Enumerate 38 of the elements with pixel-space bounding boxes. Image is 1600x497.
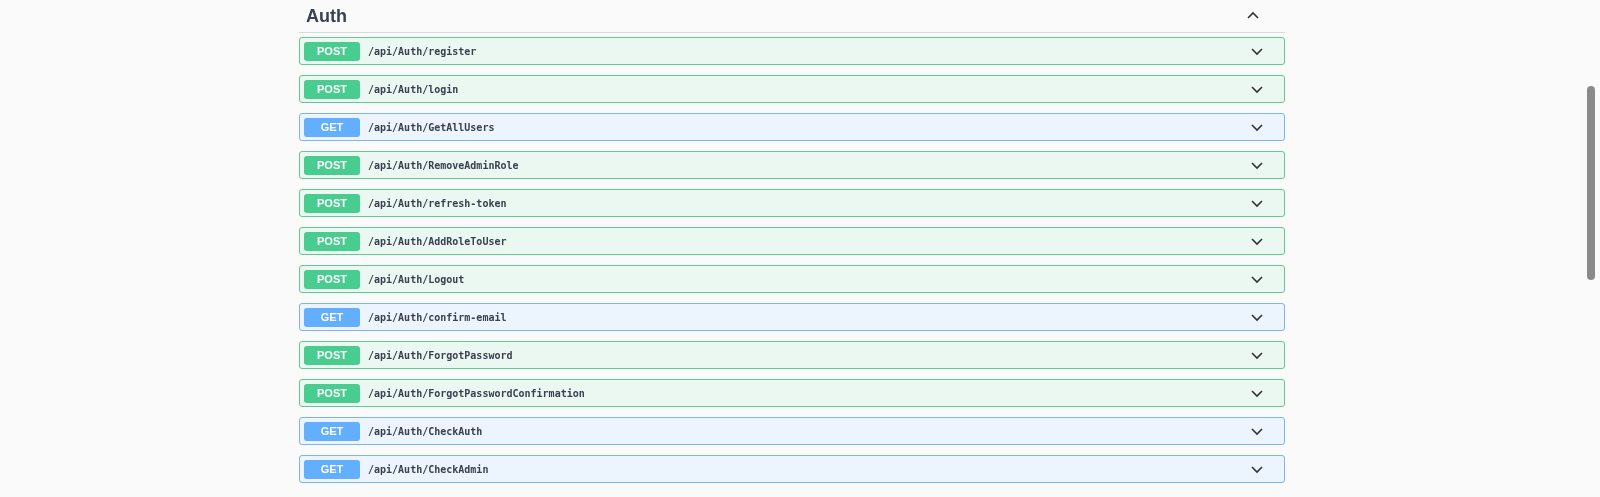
method-badge: POST bbox=[304, 41, 360, 61]
method-badge: GET bbox=[304, 117, 360, 137]
endpoint-path: /api/Auth/ForgotPassword bbox=[368, 348, 514, 363]
method-badge: GET bbox=[304, 459, 360, 479]
method-badge: GET bbox=[304, 421, 360, 441]
method-badge: POST bbox=[304, 383, 360, 403]
endpoint-path: /api/Auth/confirm-email bbox=[368, 310, 508, 325]
method-badge: POST bbox=[304, 193, 360, 213]
operation-row[interactable]: POST /api/Auth/register bbox=[299, 37, 1285, 65]
operation-row[interactable]: GET /api/Auth/CheckAuth bbox=[299, 417, 1285, 445]
operation-row[interactable]: POST /api/Auth/ForgotPassword bbox=[299, 341, 1285, 369]
section-title[interactable]: Auth bbox=[306, 2, 347, 30]
method-badge: POST bbox=[304, 345, 360, 365]
method-badge: POST bbox=[304, 155, 360, 175]
method-badge: GET bbox=[304, 307, 360, 327]
operation-row[interactable]: GET /api/Auth/confirm-email bbox=[299, 303, 1285, 331]
operation-row[interactable]: POST /api/Auth/AddRoleToUser bbox=[299, 227, 1285, 255]
endpoint-path: /api/Auth/login bbox=[368, 82, 460, 97]
endpoint-path: /api/Auth/register bbox=[368, 44, 478, 59]
method-badge: POST bbox=[304, 79, 360, 99]
endpoint-path: /api/Auth/ForgotPasswordConfirmation bbox=[368, 386, 586, 401]
operation-row[interactable]: POST /api/Auth/ForgotPasswordConfirmation bbox=[299, 379, 1285, 407]
endpoint-path: /api/Auth/AddRoleToUser bbox=[368, 234, 508, 249]
scrollbar-thumb[interactable] bbox=[1587, 86, 1595, 280]
operation-row[interactable]: POST /api/Auth/RemoveAdminRole bbox=[299, 151, 1285, 179]
endpoint-path: /api/Auth/CheckAuth bbox=[368, 424, 484, 439]
operation-row[interactable]: POST /api/Auth/login bbox=[299, 75, 1285, 103]
endpoint-path: /api/Auth/GetAllUsers bbox=[368, 120, 496, 135]
operation-row[interactable]: GET /api/Auth/GetAllUsers bbox=[299, 113, 1285, 141]
method-badge: POST bbox=[304, 269, 360, 289]
endpoint-path: /api/Auth/RemoveAdminRole bbox=[368, 158, 520, 173]
operation-row[interactable]: GET /api/Auth/CheckAdmin bbox=[299, 455, 1285, 483]
endpoint-path: /api/Auth/refresh-token bbox=[368, 196, 508, 211]
method-badge: POST bbox=[304, 231, 360, 251]
operation-row[interactable]: POST /api/Auth/refresh-token bbox=[299, 189, 1285, 217]
operation-row[interactable]: POST /api/Auth/Logout bbox=[299, 265, 1285, 293]
endpoint-path: /api/Auth/CheckAdmin bbox=[368, 462, 490, 477]
endpoint-path: /api/Auth/Logout bbox=[368, 272, 466, 287]
